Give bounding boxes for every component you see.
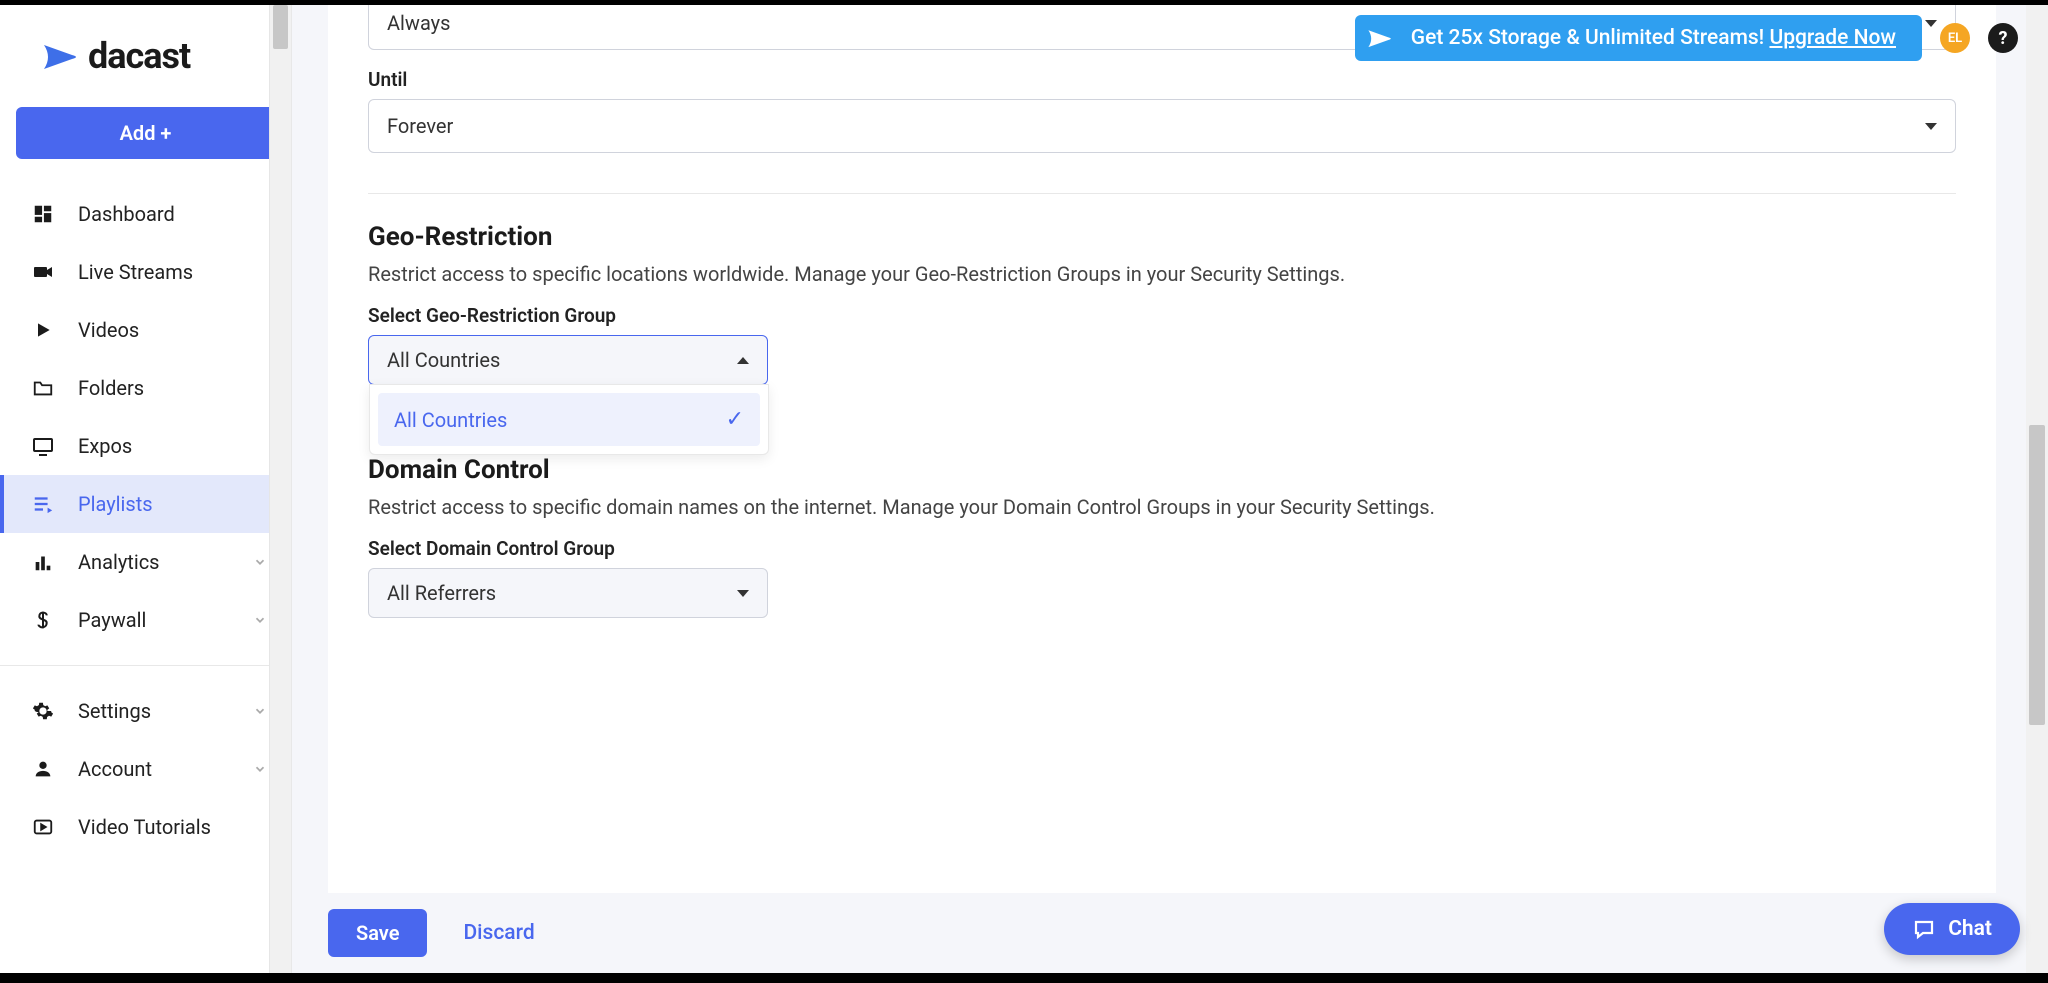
- brand-logo-icon: [42, 41, 82, 71]
- sidebar-item-playlists[interactable]: Playlists: [0, 475, 291, 533]
- main-scrollbar[interactable]: [2026, 5, 2048, 973]
- select-value: Forever: [387, 114, 453, 138]
- sidebar-item-label: Expos: [78, 434, 132, 458]
- play-icon: [30, 317, 56, 343]
- sidebar-item-account[interactable]: Account: [0, 740, 291, 798]
- sidebar-item-settings[interactable]: Settings: [0, 682, 291, 740]
- select-value: All Countries: [387, 348, 500, 372]
- select-value: Always: [387, 11, 450, 35]
- sidebar-item-video-tutorials[interactable]: Video Tutorials: [0, 798, 291, 856]
- geo-dropdown-menu: All Countries ✓: [369, 384, 769, 455]
- tutorial-icon: [30, 814, 56, 840]
- folder-icon: [30, 375, 56, 401]
- add-button[interactable]: Add +: [16, 107, 275, 159]
- upgrade-link[interactable]: Upgrade Now: [1769, 26, 1896, 50]
- person-icon: [30, 756, 56, 782]
- sidebar-item-dashboard[interactable]: Dashboard: [0, 185, 291, 243]
- brand-name: dacast: [88, 35, 190, 77]
- logo[interactable]: dacast: [0, 5, 291, 97]
- avatar[interactable]: EL: [1940, 23, 1970, 53]
- sidebar: dacast Add + Dashboard Live Streams Vide…: [0, 5, 292, 973]
- sidebar-item-label: Live Streams: [78, 260, 193, 284]
- gear-icon: [30, 698, 56, 724]
- sidebar-item-label: Account: [78, 757, 152, 781]
- promo-text: Get 25x Storage & Unlimited Streams! Upg…: [1411, 26, 1896, 50]
- sidebar-item-label: Dashboard: [78, 202, 175, 226]
- sidebar-item-label: Paywall: [78, 608, 146, 632]
- until-select[interactable]: Forever: [368, 99, 1956, 153]
- main-area: Get 25x Storage & Unlimited Streams! Upg…: [292, 5, 2048, 973]
- geo-restriction-title: Geo-Restriction: [368, 222, 1956, 252]
- upgrade-promo-banner[interactable]: Get 25x Storage & Unlimited Streams! Upg…: [1355, 15, 1922, 61]
- until-label: Until: [368, 68, 1956, 91]
- sidebar-item-label: Video Tutorials: [78, 815, 211, 839]
- save-button[interactable]: Save: [328, 909, 427, 957]
- domain-control-title: Domain Control: [368, 455, 1956, 485]
- sidebar-item-label: Playlists: [78, 492, 153, 516]
- domain-select-label: Select Domain Control Group: [368, 537, 1956, 560]
- camera-icon: [30, 259, 56, 285]
- sidebar-item-label: Analytics: [78, 550, 160, 574]
- sidebar-item-livestreams[interactable]: Live Streams: [0, 243, 291, 301]
- chevron-down-icon: [253, 608, 267, 632]
- sidebar-nav: Dashboard Live Streams Videos Folders Ex…: [0, 185, 291, 856]
- topbar: Get 25x Storage & Unlimited Streams! Upg…: [1355, 5, 2048, 71]
- dashboard-icon: [30, 201, 56, 227]
- sidebar-item-analytics[interactable]: Analytics: [0, 533, 291, 591]
- geo-option-all-countries[interactable]: All Countries ✓: [378, 393, 760, 446]
- settings-card: Always Until Forever Geo-Restriction Res…: [328, 5, 1996, 893]
- caret-down-icon: [1925, 123, 1937, 130]
- sidebar-item-paywall[interactable]: Paywall: [0, 591, 291, 649]
- dollar-icon: [30, 607, 56, 633]
- bars-icon: [30, 549, 56, 575]
- sidebar-item-label: Videos: [78, 318, 139, 342]
- section-divider: [368, 193, 1956, 194]
- check-icon: ✓: [726, 407, 744, 432]
- geo-restriction-desc: Restrict access to specific locations wo…: [368, 262, 1956, 286]
- sidebar-scrollbar[interactable]: [269, 5, 291, 973]
- domain-control-select[interactable]: All Referrers: [368, 568, 768, 618]
- chevron-down-icon: [253, 550, 267, 574]
- sidebar-item-videos[interactable]: Videos: [0, 301, 291, 359]
- discard-button[interactable]: Discard: [463, 921, 534, 945]
- chat-label: Chat: [1948, 917, 1992, 941]
- sidebar-item-expos[interactable]: Expos: [0, 417, 291, 475]
- sidebar-item-folders[interactable]: Folders: [0, 359, 291, 417]
- chat-icon: [1912, 917, 1936, 941]
- geo-select-label: Select Geo-Restriction Group: [368, 304, 1956, 327]
- select-value: All Referrers: [387, 581, 496, 605]
- option-label: All Countries: [394, 408, 507, 432]
- sidebar-item-label: Settings: [78, 699, 151, 723]
- help-icon[interactable]: ?: [1988, 23, 2018, 53]
- caret-down-icon: [737, 590, 749, 597]
- footer-actions: Save Discard: [328, 893, 1996, 973]
- domain-control-desc: Restrict access to specific domain names…: [368, 495, 1956, 519]
- chat-widget[interactable]: Chat: [1884, 903, 2020, 955]
- promo-logo-icon: [1367, 23, 1397, 53]
- caret-up-icon: [737, 357, 749, 364]
- sidebar-item-label: Folders: [78, 376, 144, 400]
- chevron-down-icon: [253, 699, 267, 723]
- monitor-icon: [30, 433, 56, 459]
- chevron-down-icon: [253, 757, 267, 781]
- geo-restriction-select[interactable]: All Countries All Countries ✓: [368, 335, 768, 385]
- nav-divider: [0, 665, 291, 666]
- playlist-icon: [30, 491, 56, 517]
